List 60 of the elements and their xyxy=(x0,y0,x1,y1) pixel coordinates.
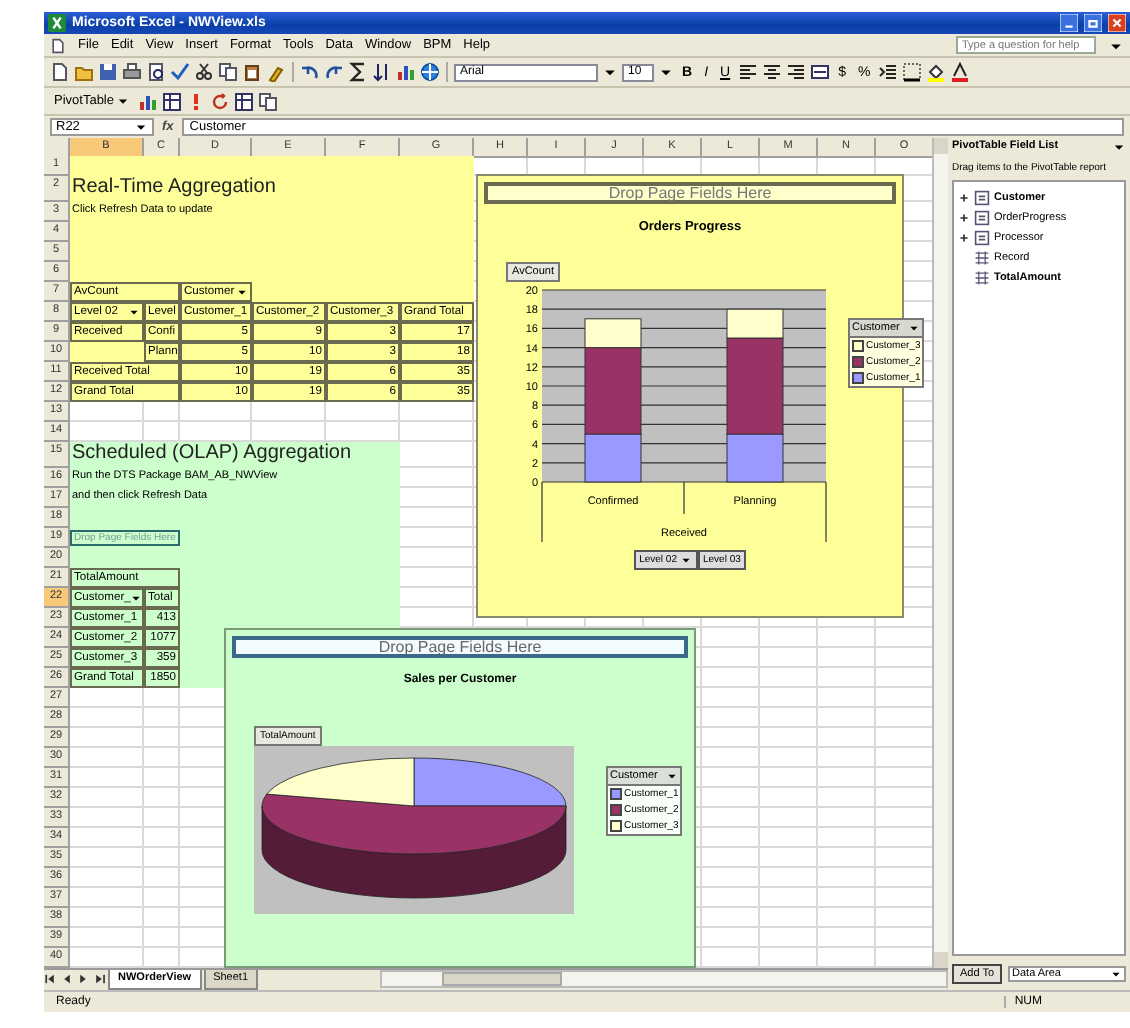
table-icon[interactable] xyxy=(162,91,182,112)
sheet-title: Scheduled (OLAP) Aggregation xyxy=(70,441,354,468)
expand-icon[interactable] xyxy=(958,231,970,244)
field-settings-icon[interactable] xyxy=(234,91,254,112)
caret-icon xyxy=(679,553,691,566)
restore-button[interactable] xyxy=(1084,14,1102,33)
sheet-title: Real-Time Aggregation xyxy=(70,175,278,202)
sum-icon[interactable] xyxy=(348,62,368,83)
brush-icon[interactable] xyxy=(266,62,286,83)
app-icon xyxy=(48,14,66,33)
save-icon[interactable] xyxy=(98,62,118,83)
first-tab-button[interactable] xyxy=(44,972,58,987)
paste-icon[interactable] xyxy=(242,62,262,83)
close-button[interactable] xyxy=(1108,14,1126,33)
dimension-field-icon xyxy=(974,209,990,226)
last-tab-button[interactable] xyxy=(92,972,106,987)
copy-icon[interactable] xyxy=(258,91,278,112)
globe-icon[interactable] xyxy=(420,62,440,83)
caret-icon xyxy=(128,305,140,318)
page-field-drop-zone: Drop Page Fields Here xyxy=(484,181,896,204)
next-tab-button[interactable] xyxy=(76,972,90,987)
caret-icon xyxy=(236,285,248,298)
font-color-icon[interactable] xyxy=(950,62,971,83)
redo-icon[interactable] xyxy=(324,62,344,83)
print-preview-icon[interactable] xyxy=(146,62,166,83)
print-icon[interactable] xyxy=(122,62,142,83)
caret-icon[interactable] xyxy=(602,64,618,81)
dimension-field-icon xyxy=(974,189,990,206)
pivot-chart-icon[interactable] xyxy=(138,91,158,112)
align-left-icon[interactable] xyxy=(738,62,759,83)
sort-icon[interactable] xyxy=(372,62,392,83)
refresh-icon[interactable] xyxy=(210,91,230,112)
dimension-field-icon xyxy=(974,229,990,246)
document-icon xyxy=(50,37,66,54)
vertical-scrollbar[interactable] xyxy=(932,137,948,968)
minimize-button[interactable] xyxy=(1060,14,1078,33)
align-center-icon[interactable] xyxy=(762,62,783,83)
new-document-icon[interactable] xyxy=(50,62,70,83)
indent-icon[interactable] xyxy=(878,62,899,83)
caret-icon xyxy=(1110,967,1122,980)
cut-icon[interactable] xyxy=(194,62,214,83)
caret-icon xyxy=(666,769,678,782)
page-field-drop-zone: Drop Page Fields Here xyxy=(232,635,688,658)
align-right-icon[interactable] xyxy=(786,62,807,83)
bar-chart-icon[interactable] xyxy=(396,62,416,83)
fill-color-icon[interactable] xyxy=(926,62,947,83)
measure-field-icon xyxy=(974,249,990,266)
borders-icon[interactable] xyxy=(902,62,923,83)
caret-icon[interactable] xyxy=(658,64,674,81)
expand-icon[interactable] xyxy=(958,191,970,204)
previous-tab-button[interactable] xyxy=(60,972,74,987)
folder-icon[interactable] xyxy=(74,62,94,83)
undo-icon[interactable] xyxy=(300,62,320,83)
caret-icon xyxy=(908,321,920,334)
merge-cells-icon[interactable] xyxy=(810,62,831,83)
copy-icon[interactable] xyxy=(218,62,238,83)
expand-icon[interactable] xyxy=(958,211,970,224)
checkmark-icon[interactable] xyxy=(170,62,190,83)
measure-field-icon xyxy=(974,269,990,286)
horizontal-scrollbar[interactable] xyxy=(380,970,948,989)
